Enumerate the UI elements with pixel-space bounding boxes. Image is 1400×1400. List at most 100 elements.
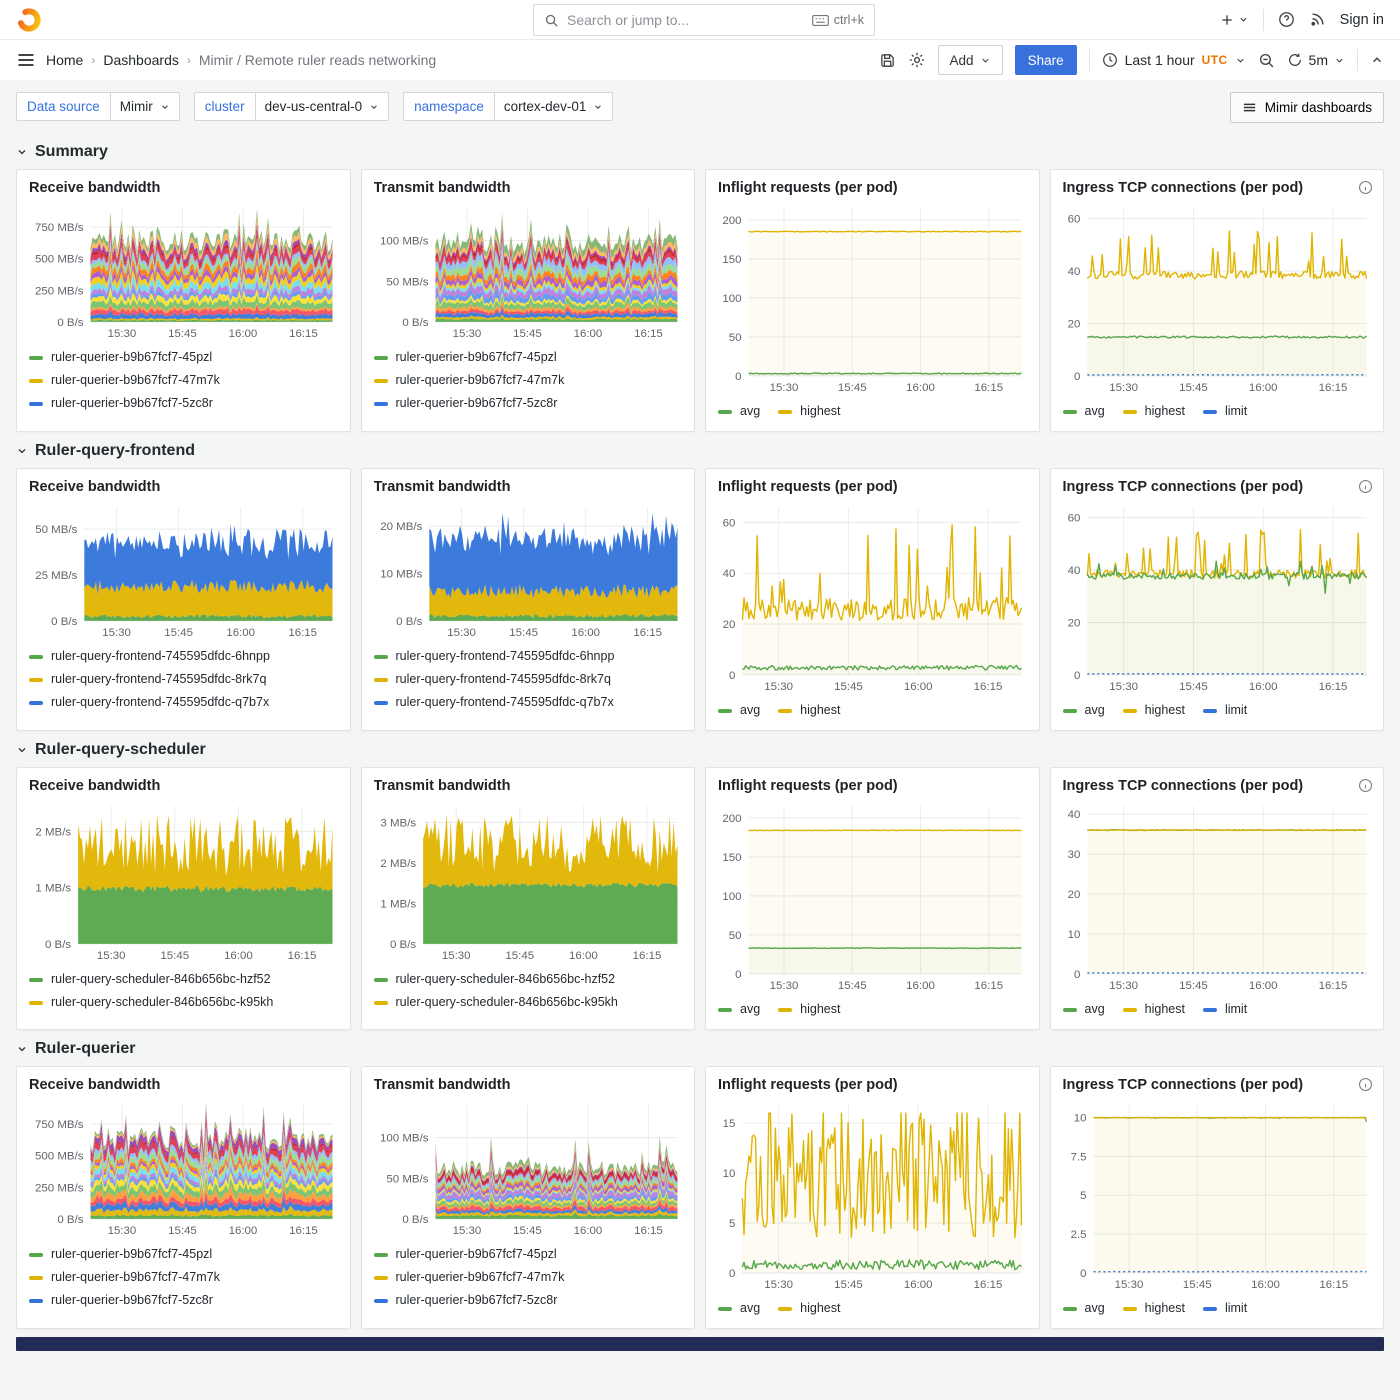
timeseries-chart[interactable]: 3 MB/s2 MB/s1 MB/s0 B/s15:3015:4516:0016… [374,798,683,964]
panel-title[interactable]: Receive bandwidth [29,180,338,196]
timeseries-chart[interactable]: 107.552.5015:3015:4516:0016:15 [1063,1097,1372,1293]
namespace-select[interactable]: cortex-dev-01 [495,92,614,121]
timeseries-chart[interactable]: 604020015:3015:4516:0016:15 [718,499,1027,695]
variable-label[interactable]: namespace [403,92,495,121]
panel-title[interactable]: Inflight requests (per pod) [718,1077,1027,1093]
timeseries-chart[interactable]: 20015010050015:3015:4516:0016:15 [718,200,1027,396]
panel-title[interactable]: Inflight requests (per pod) [718,479,1027,495]
sign-in-link[interactable]: Sign in [1340,12,1384,28]
section-header-2[interactable]: Ruler-query-scheduler [16,741,1384,759]
legend-item[interactable]: highest [1123,699,1185,722]
legend-item[interactable]: avg [1063,998,1105,1021]
timeseries-chart[interactable]: 100 MB/s50 MB/s0 B/s15:3015:4516:0016:15 [374,200,683,342]
timeseries-chart[interactable]: 604020015:3015:4516:0016:15 [1063,200,1372,396]
legend-item[interactable]: ruler-querier-b9b67fcf7-45pzl [374,1243,683,1266]
legend-item[interactable]: limit [1203,1297,1247,1320]
legend-item[interactable]: ruler-querier-b9b67fcf7-5zc8r [29,1289,338,1312]
legend-item[interactable]: ruler-querier-b9b67fcf7-5zc8r [374,1289,683,1312]
legend-item[interactable]: ruler-querier-b9b67fcf7-45pzl [29,346,338,369]
legend-item[interactable]: ruler-querier-b9b67fcf7-5zc8r [374,392,683,415]
legend-item[interactable]: highest [1123,1297,1185,1320]
timeseries-chart[interactable]: 15105015:3015:4516:0016:15 [718,1097,1027,1293]
panel-title[interactable]: Ingress TCP connections (per pod) [1063,479,1372,495]
panel-title[interactable]: Transmit bandwidth [374,479,683,495]
datasource-select[interactable]: Mimir [111,92,180,121]
section-header-3[interactable]: Ruler-querier [16,1040,1384,1058]
news-button[interactable] [1309,11,1326,28]
panel-title[interactable]: Inflight requests (per pod) [718,180,1027,196]
legend-item[interactable]: ruler-query-frontend-745595dfdc-8rk7q [374,668,683,691]
legend-item[interactable]: ruler-query-frontend-745595dfdc-6hnpp [374,645,683,668]
new-menu-button[interactable] [1219,12,1249,28]
legend-item[interactable]: ruler-querier-b9b67fcf7-47m7k [29,369,338,392]
legend-item[interactable]: highest [1123,998,1185,1021]
search-input[interactable]: Search or jump to... ctrl+k [533,4,875,36]
legend-item[interactable]: avg [718,400,760,423]
timeseries-chart[interactable]: 2 MB/s1 MB/s0 B/s15:3015:4516:0016:15 [29,798,338,964]
legend-item[interactable]: ruler-query-scheduler-846b656bc-hzf52 [374,968,683,991]
legend-item[interactable]: avg [718,998,760,1021]
add-panel-button[interactable]: Add [938,45,1003,75]
legend-item[interactable]: highest [1123,400,1185,423]
timeseries-chart[interactable]: 750 MB/s500 MB/s250 MB/s0 B/s15:3015:451… [29,200,338,342]
legend-item[interactable]: ruler-query-frontend-745595dfdc-q7b7x [29,691,338,714]
mimir-dashboards-button[interactable]: Mimir dashboards [1230,92,1384,123]
breadcrumb-home[interactable]: Home [46,52,83,68]
legend-item[interactable]: ruler-querier-b9b67fcf7-47m7k [374,1266,683,1289]
collapse-toolbar-icon[interactable] [1370,53,1384,67]
legend-item[interactable]: ruler-query-scheduler-846b656bc-k95kh [374,991,683,1014]
panel-title[interactable]: Ingress TCP connections (per pod) [1063,180,1372,196]
legend-item[interactable]: highest [778,400,840,423]
time-range-picker[interactable]: Last 1 hour UTC [1102,52,1246,68]
legend-item[interactable]: ruler-query-scheduler-846b656bc-hzf52 [29,968,338,991]
variable-label[interactable]: Data source [16,92,111,121]
share-button[interactable]: Share [1015,45,1077,75]
menu-toggle-icon[interactable] [16,50,36,70]
panel-title[interactable]: Receive bandwidth [29,479,338,495]
panel-title[interactable]: Transmit bandwidth [374,778,683,794]
legend-item[interactable]: ruler-querier-b9b67fcf7-47m7k [29,1266,338,1289]
refresh-picker[interactable]: 5m [1287,52,1345,68]
variable-label[interactable]: cluster [194,92,256,121]
legend-item[interactable]: ruler-query-scheduler-846b656bc-k95kh [29,991,338,1014]
panel-title[interactable]: Receive bandwidth [29,778,338,794]
legend-item[interactable]: ruler-querier-b9b67fcf7-5zc8r [29,392,338,415]
timeseries-chart[interactable]: 40302010015:3015:4516:0016:15 [1063,798,1372,994]
panel-title[interactable]: Ingress TCP connections (per pod) [1063,778,1372,794]
dashboard-settings-button[interactable] [908,51,926,69]
timeseries-chart[interactable]: 604020015:3015:4516:0016:15 [1063,499,1372,695]
breadcrumb-dashboards[interactable]: Dashboards [103,52,179,68]
timeseries-chart[interactable]: 750 MB/s500 MB/s250 MB/s0 B/s15:3015:451… [29,1097,338,1239]
panel-info-icon[interactable] [1358,479,1373,499]
grafana-logo[interactable] [16,7,42,33]
legend-item[interactable]: ruler-query-frontend-745595dfdc-8rk7q [29,668,338,691]
legend-item[interactable]: limit [1203,400,1247,423]
legend-item[interactable]: avg [718,1297,760,1320]
legend-item[interactable]: ruler-querier-b9b67fcf7-47m7k [374,369,683,392]
legend-item[interactable]: highest [778,1297,840,1320]
save-dashboard-button[interactable] [879,52,896,69]
legend-item[interactable]: avg [1063,1297,1105,1320]
legend-item[interactable]: limit [1203,998,1247,1021]
legend-item[interactable]: ruler-querier-b9b67fcf7-45pzl [29,1243,338,1266]
section-header-0[interactable]: Summary [16,143,1384,161]
section-header-1[interactable]: Ruler-query-frontend [16,442,1384,460]
panel-title[interactable]: Receive bandwidth [29,1077,338,1093]
panel-info-icon[interactable] [1358,778,1373,798]
panel-info-icon[interactable] [1358,180,1373,200]
panel-title[interactable]: Transmit bandwidth [374,1077,683,1093]
zoom-out-time-button[interactable] [1258,52,1275,69]
panel-info-icon[interactable] [1358,1077,1373,1097]
legend-item[interactable]: highest [778,998,840,1021]
legend-item[interactable]: limit [1203,699,1247,722]
panel-title[interactable]: Ingress TCP connections (per pod) [1063,1077,1372,1093]
help-button[interactable] [1278,11,1295,28]
legend-item[interactable]: ruler-query-frontend-745595dfdc-q7b7x [374,691,683,714]
timeseries-chart[interactable]: 20015010050015:3015:4516:0016:15 [718,798,1027,994]
legend-item[interactable]: avg [718,699,760,722]
panel-title[interactable]: Transmit bandwidth [374,180,683,196]
timeseries-chart[interactable]: 20 MB/s10 MB/s0 B/s15:3015:4516:0016:15 [374,499,683,641]
legend-item[interactable]: avg [1063,699,1105,722]
legend-item[interactable]: highest [778,699,840,722]
legend-item[interactable]: ruler-querier-b9b67fcf7-45pzl [374,346,683,369]
